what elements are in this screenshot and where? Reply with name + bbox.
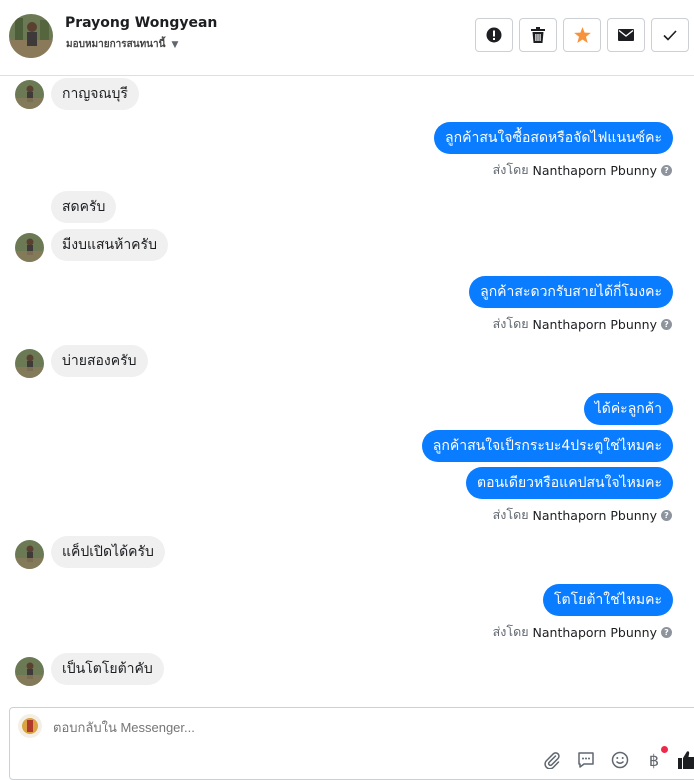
notification-dot <box>661 746 668 753</box>
contact-avatar[interactable] <box>9 14 53 58</box>
sent-by-prefix: ส่งโดย <box>492 316 529 331</box>
message-bubble-outgoing: ตอนเดียวหรือแคปสนใจไหมคะ <box>466 467 673 499</box>
like-button[interactable] <box>678 750 694 770</box>
saved-reply-button[interactable] <box>576 750 596 770</box>
check-icon <box>663 29 677 41</box>
reply-input[interactable] <box>53 720 473 735</box>
help-icon[interactable]: ? <box>661 164 672 176</box>
conversation-header: Prayong Wongyean มอบหมายการสนทนานี้ ▼ <box>0 0 694 76</box>
sent-by-prefix: ส่งโดย <box>492 624 529 639</box>
contact-avatar-small <box>15 540 44 569</box>
message-bubble-incoming: เป็นโตโยต้าคับ <box>51 653 164 685</box>
message-bubble-outgoing: โตโยต้าใช่ไหมคะ <box>542 584 673 616</box>
message-bubble-outgoing: ลูกค้าสนใจเป็รกระบะ4ประตูใช่ไหมคะ <box>421 430 673 462</box>
message-bubble-incoming: มีงบแสนห้าครับ <box>51 229 168 261</box>
star-icon <box>573 27 591 43</box>
page-avatar <box>18 714 42 738</box>
contact-avatar-small <box>15 233 44 262</box>
emoji-icon <box>611 751 629 769</box>
chevron-down-icon: ▼ <box>171 39 179 50</box>
sent-by-label: ส่งโดย Nanthaporn Pbunny ? <box>493 505 672 525</box>
mark-unread-button[interactable] <box>607 18 645 52</box>
message-bubble-outgoing: ลูกค้าสนใจซื้อสดหรือจัดไฟแนนซ์คะ <box>434 122 673 154</box>
sent-by-label: ส่งโดย Nanthaporn Pbunny ? <box>493 160 672 180</box>
mail-icon <box>618 29 634 41</box>
contact-avatar-small <box>15 80 44 109</box>
like-icon <box>678 751 694 769</box>
message-thread[interactable]: กาญจณบุรี ลูกค้าสนใจซื้อสดหรือจัดไฟแนนซ์… <box>0 76 694 706</box>
help-icon[interactable]: ? <box>661 318 672 330</box>
sent-by-prefix: ส่งโดย <box>492 507 529 522</box>
sent-by-name: Nanthaporn Pbunny <box>532 624 657 640</box>
message-bubble-incoming: สดครับ <box>51 191 117 223</box>
payment-icon: ฿ <box>648 750 660 770</box>
sent-by-name: Nanthaporn Pbunny <box>532 507 657 523</box>
message-bubble-outgoing: ได้ค่ะลูกค้า <box>583 393 673 425</box>
sent-by-name: Nanthaporn Pbunny <box>532 316 657 332</box>
contact-name[interactable]: Prayong Wongyean <box>65 15 217 31</box>
delete-button[interactable] <box>519 18 557 52</box>
sent-by-label: ส่งโดย Nanthaporn Pbunny ? <box>493 622 672 642</box>
message-bubble-incoming: บ่ายสองครับ <box>51 345 148 377</box>
help-icon[interactable]: ? <box>661 509 672 521</box>
star-button[interactable] <box>563 18 601 52</box>
attach-button[interactable] <box>542 750 562 770</box>
sent-by-name: Nanthaporn Pbunny <box>532 162 657 178</box>
assign-conversation-dropdown[interactable]: มอบหมายการสนทนานี้ ▼ <box>66 37 178 52</box>
help-icon[interactable]: ? <box>661 626 672 638</box>
saved-reply-icon <box>578 752 594 768</box>
composer-tools: ฿ <box>542 746 694 770</box>
contact-avatar-small <box>15 657 44 686</box>
report-button[interactable] <box>475 18 513 52</box>
reply-composer: ฿ <box>9 707 694 780</box>
message-bubble-incoming: กาญจณบุรี <box>51 78 139 110</box>
sent-by-label: ส่งโดย Nanthaporn Pbunny ? <box>493 314 672 334</box>
attach-icon <box>544 752 560 769</box>
contact-avatar-small <box>15 349 44 378</box>
emoji-button[interactable] <box>610 750 630 770</box>
message-bubble-incoming: แค็ปเปิดได้ครับ <box>51 536 165 568</box>
report-icon <box>486 27 502 43</box>
delete-icon <box>531 27 545 43</box>
mark-done-button[interactable] <box>651 18 689 52</box>
message-bubble-outgoing: ลูกค้าสะดวกรับสายได้กี่โมงคะ <box>469 276 673 308</box>
header-actions <box>475 18 689 52</box>
sent-by-prefix: ส่งโดย <box>492 162 529 177</box>
payment-button[interactable]: ฿ <box>644 746 668 770</box>
assign-label: มอบหมายการสนทนานี้ <box>66 39 166 50</box>
